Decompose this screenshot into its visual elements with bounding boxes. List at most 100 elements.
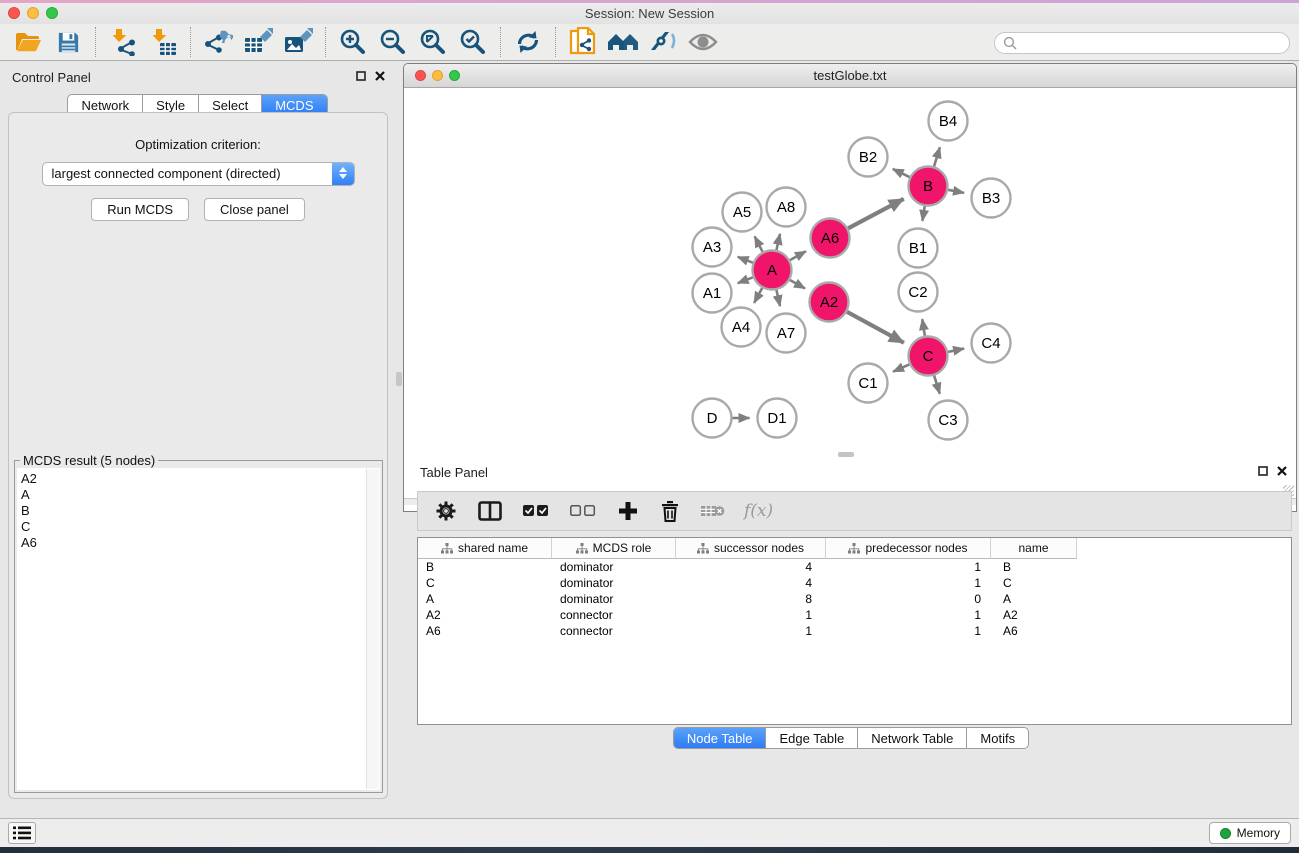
node-D[interactable]: D <box>693 399 732 438</box>
cell[interactable]: 0 <box>826 591 991 607</box>
delete-table-button[interactable] <box>699 495 727 527</box>
table-row-A[interactable]: Adominator80A <box>418 591 1291 607</box>
zoom-in-button[interactable] <box>333 26 373 58</box>
cell[interactable]: 1 <box>826 607 991 623</box>
tab-motifs[interactable]: Motifs <box>966 728 1028 748</box>
run-mcds-button[interactable]: Run MCDS <box>91 198 189 221</box>
edge-A-A7[interactable] <box>776 290 780 306</box>
delete-column-button[interactable] <box>658 495 682 527</box>
node-C[interactable]: C <box>909 337 948 376</box>
node-C4[interactable]: C4 <box>972 324 1011 363</box>
node-D1[interactable]: D1 <box>758 399 797 438</box>
node-A2[interactable]: A2 <box>810 283 849 322</box>
edge-C-C1[interactable] <box>893 364 909 371</box>
node-A1[interactable]: A1 <box>693 274 732 313</box>
edge-C-C4[interactable] <box>948 349 964 352</box>
cell[interactable]: 1 <box>676 607 826 623</box>
save-session-button[interactable] <box>48 26 88 58</box>
cell[interactable]: B <box>991 559 1077 575</box>
cell[interactable]: 1 <box>676 623 826 639</box>
table-row-A6[interactable]: A6connector11A6 <box>418 623 1291 639</box>
table-row-A2[interactable]: A2connector11A2 <box>418 607 1291 623</box>
splitter-grip[interactable] <box>396 372 402 386</box>
show-column-button[interactable] <box>476 495 504 527</box>
home-networks-button[interactable] <box>603 26 643 58</box>
export-network-button[interactable] <box>198 26 238 58</box>
cell[interactable]: A6 <box>418 623 552 639</box>
cell[interactable]: A2 <box>418 607 552 623</box>
node-C2[interactable]: C2 <box>899 273 938 312</box>
result-item-B[interactable]: B <box>21 503 380 519</box>
refresh-button[interactable] <box>508 26 548 58</box>
node-A4[interactable]: A4 <box>722 308 761 347</box>
edge-A-A5[interactable] <box>755 236 763 251</box>
cell[interactable]: 1 <box>826 575 991 591</box>
cell[interactable]: B <box>418 559 552 575</box>
deselect-all-button[interactable] <box>568 495 598 527</box>
cell[interactable]: C <box>418 575 552 591</box>
cell[interactable]: 4 <box>676 575 826 591</box>
column-header-predecessor-nodes[interactable]: predecessor nodes <box>826 538 991 559</box>
cell[interactable]: dominator <box>552 591 676 607</box>
result-item-A[interactable]: A <box>21 487 380 503</box>
open-file-button[interactable] <box>8 26 48 58</box>
node-A[interactable]: A <box>753 251 792 290</box>
node-A3[interactable]: A3 <box>693 228 732 267</box>
node-A5[interactable]: A5 <box>723 193 762 232</box>
node-A6[interactable]: A6 <box>811 219 850 258</box>
node-B[interactable]: B <box>909 167 948 206</box>
add-column-button[interactable] <box>615 495 641 527</box>
edge-A-A4[interactable] <box>754 288 762 303</box>
table-row-C[interactable]: Cdominator41C <box>418 575 1291 591</box>
zoom-out-button[interactable] <box>373 26 413 58</box>
zoom-fit-button[interactable] <box>413 26 453 58</box>
show-graphics-details-button[interactable] <box>643 26 683 58</box>
tab-network-table[interactable]: Network Table <box>857 728 966 748</box>
edge-B-B4[interactable] <box>934 147 940 166</box>
search-field[interactable] <box>994 32 1290 54</box>
cell[interactable]: dominator <box>552 559 676 575</box>
cell[interactable]: dominator <box>552 575 676 591</box>
cell[interactable]: 4 <box>676 559 826 575</box>
tab-node-table[interactable]: Node Table <box>674 728 766 748</box>
node-B4[interactable]: B4 <box>929 102 968 141</box>
column-header-name[interactable]: name <box>991 538 1077 559</box>
column-header-shared-name[interactable]: shared name <box>418 538 552 559</box>
float-panel-icon[interactable] <box>356 71 366 81</box>
cell[interactable]: 1 <box>826 559 991 575</box>
cell[interactable]: connector <box>552 623 676 639</box>
edge-A-A1[interactable] <box>738 277 753 283</box>
splitter-grip-horizontal[interactable] <box>838 452 854 457</box>
clone-network-button[interactable] <box>563 26 603 58</box>
import-network-button[interactable] <box>103 26 143 58</box>
node-C3[interactable]: C3 <box>929 401 968 440</box>
edge-A2-C[interactable] <box>847 312 904 343</box>
cell[interactable]: A2 <box>991 607 1077 623</box>
cell[interactable]: A6 <box>991 623 1077 639</box>
node-C1[interactable]: C1 <box>849 364 888 403</box>
cell[interactable]: A <box>991 591 1077 607</box>
edge-A-A8[interactable] <box>776 234 780 250</box>
edge-B-B2[interactable] <box>893 169 910 177</box>
optimization-criterion-dropdown[interactable]: largest connected component (directed) <box>42 162 355 186</box>
select-all-button[interactable] <box>521 495 551 527</box>
node-B3[interactable]: B3 <box>972 179 1011 218</box>
cell[interactable]: C <box>991 575 1077 591</box>
table-row-B[interactable]: Bdominator41B <box>418 559 1291 575</box>
birds-eye-view-button[interactable] <box>683 26 723 58</box>
export-table-button[interactable] <box>238 26 278 58</box>
network-window-titlebar[interactable]: testGlobe.txt <box>404 64 1296 88</box>
close-panel-icon[interactable] <box>375 71 385 81</box>
node-A8[interactable]: A8 <box>767 188 806 227</box>
float-table-panel-icon[interactable] <box>1258 466 1268 476</box>
cell[interactable]: connector <box>552 607 676 623</box>
edge-B-B1[interactable] <box>922 206 924 221</box>
result-item-C[interactable]: C <box>21 519 380 535</box>
result-scrollbar[interactable] <box>366 469 379 789</box>
function-builder-button[interactable]: f(x) <box>744 501 773 521</box>
close-panel-button[interactable]: Close panel <box>204 198 305 221</box>
edge-B-B3[interactable] <box>948 190 964 193</box>
cell[interactable]: A <box>418 591 552 607</box>
cell[interactable]: 8 <box>676 591 826 607</box>
edge-A-A3[interactable] <box>738 257 753 263</box>
